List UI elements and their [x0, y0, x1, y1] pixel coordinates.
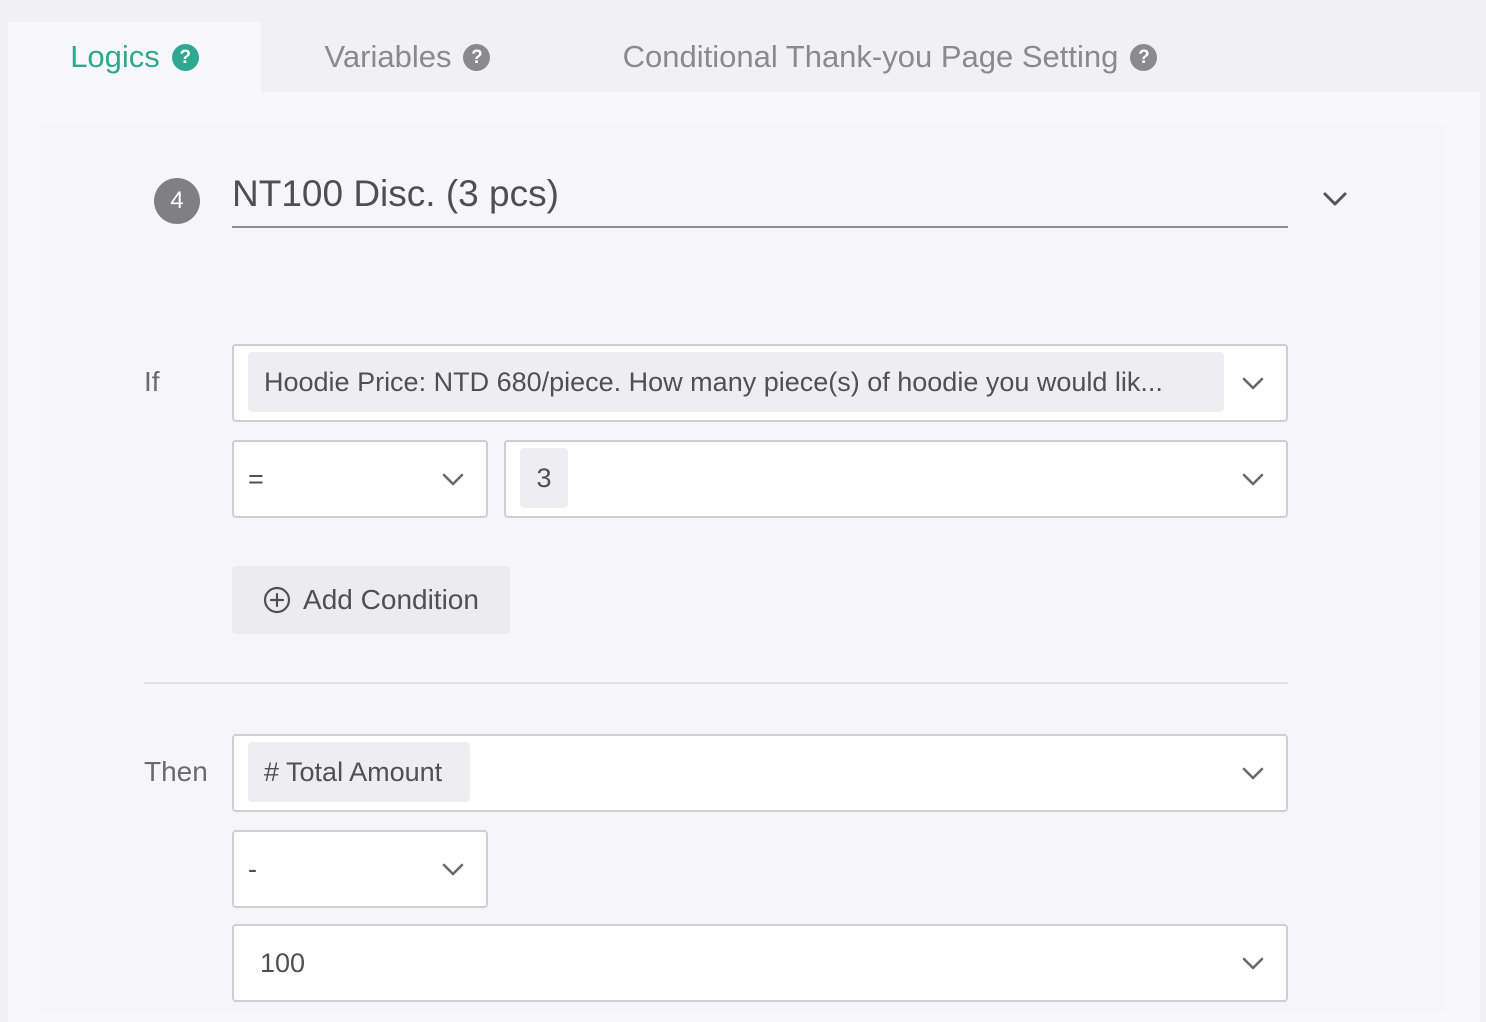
- operator-value: -: [248, 853, 257, 884]
- action-amount-select[interactable]: 100: [232, 924, 1288, 1002]
- if-label: If: [144, 366, 160, 397]
- condition-operator-select[interactable]: =: [232, 440, 488, 518]
- selected-question-chip: Hoodie Price: NTD 680/piece. How many pi…: [248, 352, 1224, 412]
- question-circle-icon[interactable]: ?: [171, 43, 199, 71]
- action-target-select[interactable]: # Total Amount: [232, 734, 1288, 812]
- question-circle-icon[interactable]: ?: [1130, 43, 1158, 71]
- question-circle-icon[interactable]: ?: [463, 43, 491, 71]
- condition-question-select[interactable]: Hoodie Price: NTD 680/piece. How many pi…: [232, 344, 1288, 422]
- plus-circle-icon: [263, 586, 291, 614]
- tab-logics[interactable]: Logics ?: [8, 22, 261, 92]
- chevron-down-icon: [1242, 767, 1264, 780]
- tab-label: Conditional Thank-you Page Setting: [622, 39, 1119, 74]
- tab-label: Variables: [324, 39, 452, 74]
- selected-value-chip: 3: [520, 448, 568, 508]
- operator-value: =: [248, 463, 264, 494]
- chevron-down-icon: [1242, 473, 1264, 486]
- add-condition-label: Add Condition: [303, 584, 479, 615]
- rule-number-badge: 4: [154, 178, 200, 224]
- section-divider: [144, 682, 1288, 684]
- chevron-down-icon: [1323, 192, 1347, 206]
- action-operator-select[interactable]: -: [232, 830, 488, 908]
- chevron-down-icon: [1242, 377, 1264, 390]
- tab-variables[interactable]: Variables ?: [300, 22, 515, 92]
- amount-value: 100: [260, 947, 306, 978]
- tab-bar: Logics ? Variables ? Conditional Thank-y…: [0, 0, 1486, 92]
- condition-value-select[interactable]: 3: [504, 440, 1288, 518]
- chevron-down-icon: [1242, 957, 1264, 970]
- chevron-down-icon: [442, 473, 464, 486]
- collapse-rule-button[interactable]: [1318, 182, 1352, 216]
- chevron-down-icon: [442, 863, 464, 876]
- tab-label: Logics: [70, 39, 160, 74]
- selected-target-chip: # Total Amount: [248, 742, 470, 802]
- logic-rule-card: 4 NT100 Disc. (3 pcs) If Hoodie Price: N…: [40, 124, 1446, 1012]
- tab-conditional-thank-you[interactable]: Conditional Thank-you Page Setting ?: [590, 22, 1190, 92]
- then-label: Then: [144, 756, 208, 787]
- rule-title-input[interactable]: NT100 Disc. (3 pcs): [232, 172, 1288, 228]
- add-condition-button[interactable]: Add Condition: [232, 566, 510, 634]
- logics-panel: 4 NT100 Disc. (3 pcs) If Hoodie Price: N…: [8, 92, 1480, 1022]
